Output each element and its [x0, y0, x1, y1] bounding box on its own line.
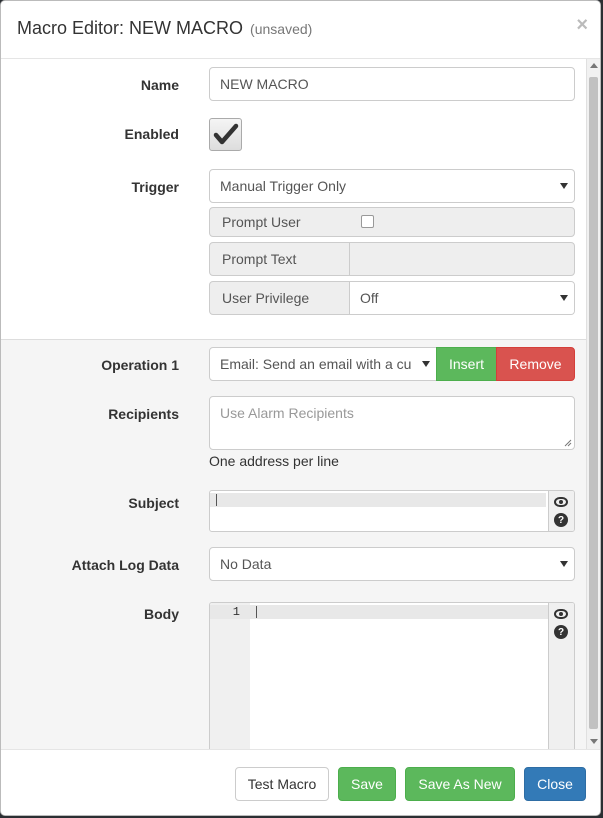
prompt-text-row: Prompt Text	[209, 242, 575, 276]
close-button[interactable]: Close	[524, 767, 586, 801]
dialog-title: Macro Editor: NEW MACRO (unsaved)	[17, 18, 312, 39]
operation-select[interactable]: Email: Send an email with a cu	[209, 347, 437, 381]
chevron-down-icon	[422, 361, 430, 367]
recipients-help: One address per line	[209, 453, 339, 469]
subject-editor-tools: ?	[548, 491, 574, 531]
subject-label: Subject	[128, 495, 179, 511]
subject-active-line	[210, 493, 546, 507]
recipients-placeholder: Use Alarm Recipients	[220, 405, 354, 421]
body-line-number: 1	[232, 605, 240, 619]
prompt-text-label: Prompt Text	[210, 243, 350, 275]
attach-log-label: Attach Log Data	[71, 557, 179, 573]
eye-icon[interactable]	[554, 497, 568, 507]
attach-log-selected: No Data	[220, 556, 272, 572]
body-scrollbar[interactable]	[586, 59, 600, 749]
subject-cursor	[216, 494, 217, 506]
chevron-down-icon	[560, 561, 568, 567]
save-button[interactable]: Save	[338, 767, 396, 801]
operation-selected: Email: Send an email with a cu	[220, 356, 412, 372]
dialog-footer: Test Macro Save Save As New Close	[1, 749, 600, 815]
remove-button[interactable]: Remove	[496, 347, 575, 381]
name-label: Name	[140, 77, 179, 93]
question-circle-icon[interactable]: ?	[554, 513, 568, 527]
body-label: Body	[144, 606, 179, 622]
test-macro-button[interactable]: Test Macro	[235, 767, 329, 801]
unsaved-indicator: (unsaved)	[250, 21, 313, 37]
operation-label: Operation 1	[101, 357, 179, 373]
chevron-down-icon	[560, 295, 568, 301]
name-input[interactable]: NEW MACRO	[209, 67, 575, 101]
user-privilege-selected: Off	[360, 290, 379, 306]
check-icon	[213, 123, 239, 145]
body-cursor	[256, 606, 257, 618]
prompt-user-label: Prompt User	[222, 214, 301, 230]
user-privilege-label: User Privilege	[210, 282, 350, 314]
resize-handle-icon[interactable]	[564, 439, 572, 447]
user-privilege-select[interactable]: Off	[350, 282, 574, 314]
attach-log-select[interactable]: No Data	[209, 547, 575, 581]
enabled-checkbox[interactable]	[209, 118, 242, 151]
body-editor[interactable]: 1 ?	[209, 602, 575, 749]
prompt-text-input[interactable]	[350, 243, 574, 275]
scrollbar-thumb[interactable]	[589, 77, 598, 729]
subject-editor[interactable]: ?	[209, 490, 575, 532]
scroll-down-icon[interactable]	[590, 739, 598, 744]
insert-button[interactable]: Insert	[436, 347, 497, 381]
operation-section: Operation 1 Email: Send an email with a …	[1, 339, 587, 749]
user-privilege-row: User Privilege Off	[209, 281, 575, 315]
body-gutter	[210, 603, 250, 749]
scroll-up-icon[interactable]	[590, 63, 598, 68]
body-active-line	[210, 605, 548, 619]
prompt-user-row: Prompt User	[209, 207, 575, 237]
body-editor-tools: ?	[548, 603, 574, 749]
macro-editor-dialog: Macro Editor: NEW MACRO (unsaved) × Name…	[0, 0, 601, 816]
trigger-label: Trigger	[131, 179, 179, 195]
close-icon[interactable]: ×	[576, 15, 588, 35]
trigger-select[interactable]: Manual Trigger Only	[209, 169, 575, 203]
recipients-label: Recipients	[108, 406, 179, 422]
question-circle-icon[interactable]: ?	[554, 625, 568, 639]
chevron-down-icon	[560, 183, 568, 189]
trigger-selected: Manual Trigger Only	[220, 178, 347, 194]
eye-icon[interactable]	[554, 609, 568, 619]
prompt-user-checkbox[interactable]	[361, 215, 374, 228]
recipients-textarea[interactable]: Use Alarm Recipients	[209, 396, 575, 450]
save-as-new-button[interactable]: Save As New	[405, 767, 515, 801]
enabled-label: Enabled	[124, 126, 179, 142]
dialog-body[interactable]: Name NEW MACRO Enabled Trigger Manual Tr…	[1, 59, 587, 749]
dialog-header: Macro Editor: NEW MACRO (unsaved) ×	[1, 1, 600, 59]
dialog-title-text: Macro Editor: NEW MACRO	[17, 18, 244, 38]
